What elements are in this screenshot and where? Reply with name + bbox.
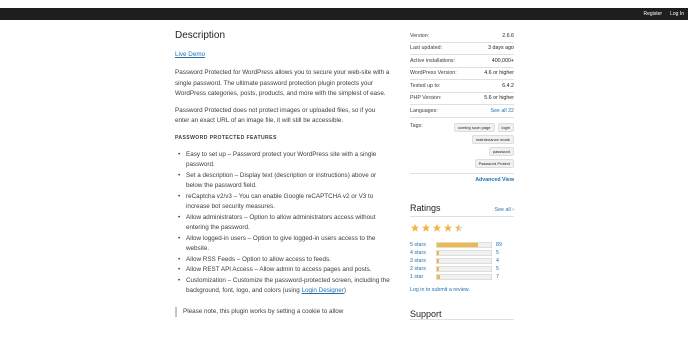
tag[interactable]: maintenance mode [471,134,514,144]
star-half-icon [454,223,464,232]
tag[interactable]: password [488,146,514,156]
rating-bar-count: 5 [496,265,499,272]
register-link[interactable]: Register [643,11,662,17]
star-filled-icon [410,223,420,232]
meta-tested: Tested up to: 6.4.2 [410,80,514,93]
meta-value: 6.4.2 [502,82,514,89]
meta-label: WordPress Version: [410,70,457,77]
meta-value: 3 days ago [488,45,514,52]
feature-item-customization: Customization – Customize the password-p… [175,276,390,297]
star-filled-icon [421,223,431,232]
rating-bar-row[interactable]: 4 stars 5 [410,249,514,257]
rating-bar-label: 3 stars [410,257,426,264]
languages-link[interactable]: See all 22 [490,108,514,114]
rating-bar-label: 5 stars [410,241,426,248]
see-all-ratings-link[interactable]: See all › [495,207,514,213]
rating-bars: 5 stars 89 4 stars 5 3 stars 4 2 stars 5 1 star 7 [410,241,514,281]
feature-item: Easy to set up – Password protect your W… [175,150,390,171]
meta-value: 5.6 or higher [484,95,514,102]
rating-bar-count: 89 [496,241,502,248]
advanced-view-link[interactable]: Advanced View [475,177,514,183]
rating-bar-count: 7 [496,273,499,280]
meta-label: Languages: [410,107,438,114]
rating-bar-row[interactable]: 3 stars 4 [410,257,514,265]
note-blockquote: Please note, this plugin works by settin… [175,306,390,317]
meta-installs: Active installations: 400,000+ [410,55,514,68]
description-paragraph-2: Password Protected does not protect imag… [175,106,376,125]
ratings-title: Ratings [410,202,441,213]
meta-label: Tested up to: [410,82,441,89]
rating-bar [436,241,492,248]
live-demo-link[interactable]: Live Demo [175,51,390,58]
meta-label: Last updated: [410,45,443,52]
rating-bar [436,273,492,280]
rating-bar-fill [437,242,479,247]
feature-item: Allow logged-in users – Option to give l… [175,234,390,255]
submit-review-link[interactable]: Log in to submit a review. [410,287,514,293]
meta-label: Version: [410,32,430,39]
rating-bar-label: 1 star [410,273,424,280]
description-heading: Description [175,30,226,41]
ratings-header: Ratings See all › [410,203,514,217]
rating-bar [436,257,492,264]
meta-value: 4.6 or higher [484,70,514,77]
meta-tags: Tags: coming soon page login maintenance… [410,118,514,174]
rating-bar-count: 4 [496,257,499,264]
tag[interactable]: coming soon page [453,122,495,132]
meta-updated: Last updated: 3 days ago [410,43,514,55]
meta-php: PHP Version: 5.6 or higher [410,93,514,105]
rating-bar-label: 2 stars [410,265,426,272]
description-paragraph-1: Password Protected for WordPress allows … [175,69,390,97]
customization-end: ) [343,287,346,294]
meta-version: Version: 2.6.6 [410,30,514,43]
top-bar: Register Log In [0,8,688,20]
tag[interactable]: Password Protect [474,158,514,168]
rating-bar-row[interactable]: 2 stars 5 [410,265,514,273]
meta-value: 400,000+ [491,57,514,64]
meta-label: Active installations: [410,57,456,64]
feature-item: Allow administrators – Option to allow a… [175,213,390,234]
chevron-right-icon: › [512,206,514,213]
star-filled-icon [432,223,442,232]
rating-bar-fill [437,266,440,271]
meta-wp-version: WordPress Version: 4.6 or higher [410,68,514,80]
description-section: Description Live Demo Password Protected… [175,30,390,317]
rating-bar [436,249,492,256]
rating-bar-count: 5 [496,249,499,256]
features-list: Easy to set up – Password protect your W… [175,150,390,297]
meta-label: PHP Version: [410,95,442,102]
meta-languages: Languages: See all 22 [410,105,514,118]
rating-bar-row[interactable]: 1 star 7 [410,273,514,281]
star-filled-icon [443,223,453,232]
customization-text: Customization – Customize the password-p… [186,276,390,295]
feature-item: Set a description – Display text (descri… [175,171,390,192]
rating-bar-label: 4 stars [410,249,426,256]
feature-item: Allow RSS Feeds – Option to allow access… [175,255,390,266]
tags-label: Tags: [410,122,423,129]
rating-bar [436,265,492,272]
support-heading: Support [410,309,514,320]
plugin-sidebar: Version: 2.6.6 Last updated: 3 days ago Ac… [410,30,514,320]
feature-item: Allow REST API Access – Allow admin to a… [175,265,390,276]
rating-bar-row[interactable]: 5 stars 89 [410,241,514,249]
login-link[interactable]: Log In [670,11,684,17]
feature-item: reCaptcha v2/v3 – You can enable Google … [175,192,390,213]
rating-bar-fill [437,274,441,279]
rating-bar-fill [437,258,439,263]
login-designer-link[interactable]: Login Designer [302,287,344,294]
see-all-label: See all [494,206,511,213]
tag[interactable]: login [497,122,514,132]
meta-value: 2.6.6 [502,32,514,39]
features-heading: PASSWORD PROTECTED FEATURES [175,134,277,141]
rating-bar-fill [437,250,440,255]
star-rating [410,223,514,233]
